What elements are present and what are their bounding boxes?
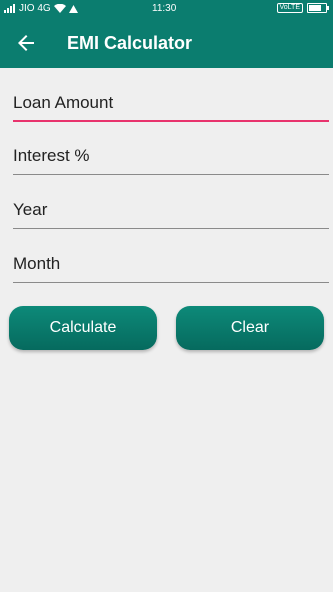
clear-button[interactable]: Clear bbox=[176, 306, 324, 350]
interest-underline bbox=[13, 174, 329, 175]
volte-badge: VoLTE bbox=[276, 3, 303, 13]
interest-field bbox=[13, 141, 329, 175]
status-time: 11:30 bbox=[152, 3, 177, 14]
interest-input[interactable] bbox=[13, 141, 329, 171]
year-input[interactable] bbox=[13, 195, 329, 225]
status-left: JIO 4G bbox=[4, 3, 78, 14]
loan-amount-underline bbox=[13, 120, 329, 122]
status-bar: JIO 4G 11:30 VoLTE bbox=[0, 0, 333, 18]
month-input[interactable] bbox=[13, 249, 329, 279]
loan-amount-input[interactable] bbox=[13, 88, 329, 118]
status-right: VoLTE bbox=[276, 3, 329, 13]
year-underline bbox=[13, 228, 329, 229]
loan-amount-field bbox=[13, 88, 329, 122]
calculate-button[interactable]: Calculate bbox=[9, 306, 157, 350]
warning-icon bbox=[68, 4, 78, 13]
battery-icon bbox=[307, 3, 329, 13]
battery-level bbox=[309, 5, 321, 11]
page-title: EMI Calculator bbox=[67, 33, 193, 53]
carrier-label: JIO 4G bbox=[19, 3, 51, 14]
month-underline bbox=[13, 282, 329, 283]
back-arrow-icon[interactable] bbox=[14, 31, 38, 55]
wifi-icon bbox=[53, 4, 66, 13]
month-field bbox=[13, 249, 329, 283]
signal-icon bbox=[4, 4, 15, 13]
app-bar: EMI Calculator bbox=[0, 18, 333, 68]
year-field bbox=[13, 195, 329, 229]
